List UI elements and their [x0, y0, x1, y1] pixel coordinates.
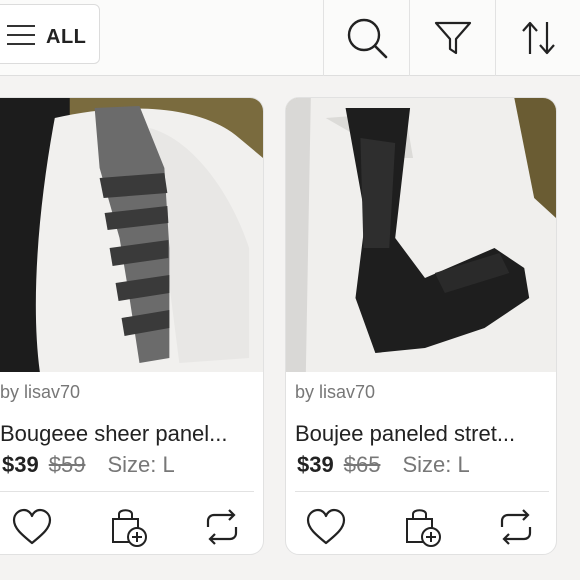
- listing-title[interactable]: Boujee paneled stret...: [295, 421, 515, 447]
- size-label: Size: L: [107, 452, 175, 477]
- price-row: $39 $65 Size: L: [297, 452, 470, 478]
- size-label: Size: L: [402, 452, 470, 477]
- all-filter-button[interactable]: ALL: [0, 4, 100, 64]
- add-to-bundle-icon: [112, 509, 147, 547]
- heart-icon: [306, 508, 346, 545]
- listing-photo[interactable]: [286, 98, 556, 372]
- filter-icon: [434, 21, 471, 55]
- original-price: $65: [343, 452, 381, 477]
- divider: [295, 491, 549, 492]
- search-icon: [347, 18, 387, 59]
- price: $39: [2, 452, 39, 477]
- sort-icon: [521, 21, 555, 55]
- original-price: $59: [48, 452, 86, 477]
- price: $39: [297, 452, 334, 477]
- share-button[interactable]: [494, 506, 538, 548]
- seller-name[interactable]: by lisav70: [295, 382, 375, 403]
- share-icon: [500, 509, 532, 545]
- share-icon: [206, 509, 238, 545]
- add-to-bundle-button[interactable]: [106, 506, 150, 548]
- seller-name[interactable]: by lisav70: [0, 382, 80, 403]
- listing-card[interactable]: by lisav70 Boujee paneled stret... $39 $6…: [285, 97, 557, 555]
- like-button[interactable]: [304, 506, 348, 548]
- hamburger-icon: [7, 25, 35, 45]
- like-button[interactable]: [10, 506, 54, 548]
- add-to-bundle-button[interactable]: [400, 506, 444, 548]
- filter-button[interactable]: [409, 0, 495, 76]
- price-row: $39 $59 Size: L: [2, 452, 175, 478]
- top-toolbar: ALL: [0, 0, 580, 76]
- add-to-bundle-icon: [406, 509, 441, 547]
- sort-button[interactable]: [495, 0, 580, 76]
- listing-photo[interactable]: [0, 98, 263, 372]
- share-button[interactable]: [200, 506, 244, 548]
- listing-card[interactable]: by lisav70 Bougeee sheer panel... $39 $59…: [0, 97, 264, 555]
- heart-icon: [12, 508, 52, 545]
- divider: [0, 491, 254, 492]
- listing-title[interactable]: Bougeee sheer panel...: [0, 421, 228, 447]
- search-button[interactable]: [323, 0, 409, 76]
- all-filter-label: ALL: [46, 26, 87, 48]
